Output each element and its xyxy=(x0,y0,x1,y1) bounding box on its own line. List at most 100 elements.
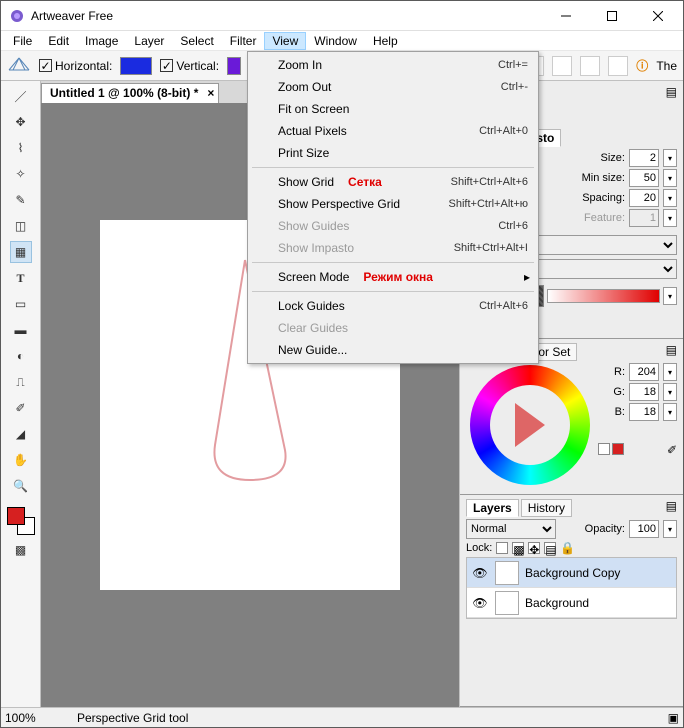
color-wheel[interactable] xyxy=(470,365,590,485)
toolbar-btn-4[interactable] xyxy=(608,56,628,76)
mi-zoom-in[interactable]: Zoom InCtrl+= xyxy=(250,54,536,76)
eyedropper-tool[interactable]: ✐ xyxy=(10,397,32,419)
spacing-input[interactable] xyxy=(629,189,659,207)
layer-row[interactable]: 👁 Background xyxy=(467,588,676,618)
layers-panel: Layers History ▤ Normal Opacity: ▾ Lock:… xyxy=(460,495,683,707)
minsize-spin[interactable]: ▾ xyxy=(663,169,677,187)
b-input[interactable] xyxy=(629,403,659,421)
mi-actual-pixels[interactable]: Actual PixelsCtrl+Alt+0 xyxy=(250,120,536,142)
mi-fit-screen[interactable]: Fit on Screen xyxy=(250,98,536,120)
submenu-arrow-icon: ▸ xyxy=(524,270,530,284)
statusbar-icon[interactable]: ▣ xyxy=(668,711,679,725)
wand-tool[interactable]: ✧ xyxy=(10,163,32,185)
lock-all[interactable]: ▤ xyxy=(544,542,556,554)
panel-menu-icon[interactable]: ▤ xyxy=(666,85,677,99)
spacing-spin[interactable]: ▾ xyxy=(663,189,677,207)
mi-zoom-out[interactable]: Zoom OutCtrl+- xyxy=(250,76,536,98)
layer-name[interactable]: Background Copy xyxy=(525,566,620,580)
menu-layer[interactable]: Layer xyxy=(126,32,172,50)
menu-help[interactable]: Help xyxy=(365,32,406,50)
minsize-input[interactable] xyxy=(629,169,659,187)
eraser-tool[interactable]: ◐ xyxy=(10,345,32,367)
toolbar-btn-2[interactable] xyxy=(552,56,572,76)
toolbar-btn-3[interactable] xyxy=(580,56,600,76)
zoom-tool[interactable]: 🔍 xyxy=(10,475,32,497)
menu-filter[interactable]: Filter xyxy=(222,32,265,50)
size-spin[interactable]: ▾ xyxy=(663,149,677,167)
menu-window[interactable]: Window xyxy=(306,32,365,50)
curr-color[interactable] xyxy=(612,443,624,455)
mi-show-perspective-grid[interactable]: Show Perspective GridShift+Ctrl+Alt+ю xyxy=(250,193,536,215)
mi-screen-mode[interactable]: Screen ModeРежим окна▸ xyxy=(250,266,536,288)
menu-file[interactable]: File xyxy=(5,32,40,50)
texture-tool[interactable]: ▩ xyxy=(10,539,32,561)
titlebar: Artweaver Free xyxy=(1,1,683,31)
r-input[interactable] xyxy=(629,363,659,381)
app-icon xyxy=(9,8,25,24)
prev-color[interactable] xyxy=(598,443,610,455)
layer-thumb xyxy=(495,561,519,585)
feature-input xyxy=(629,209,659,227)
horizontal-checkbox[interactable]: ✓ Horizontal: xyxy=(39,59,112,73)
panel-menu-icon[interactable]: ▤ xyxy=(666,499,677,517)
pencil-tool[interactable]: ✎ xyxy=(10,189,32,211)
tab-layers[interactable]: Layers xyxy=(466,499,519,517)
mi-print-size[interactable]: Print Size xyxy=(250,142,536,164)
lock-paint[interactable]: ▩ xyxy=(512,542,524,554)
toolbox: ／ ✥ ⌇ ✧ ✎ ◫ ▦ T ▭ ▬ ◐ ⎍ ✐ ◢ ✋ 🔍 ▩ xyxy=(1,81,41,707)
window-title: Artweaver Free xyxy=(31,9,543,23)
grad-picker[interactable]: ▾ xyxy=(663,287,677,305)
lock-icon[interactable]: 🔒 xyxy=(560,541,575,555)
hand-tool[interactable]: ✋ xyxy=(10,449,32,471)
menu-image[interactable]: Image xyxy=(77,32,126,50)
feature-spin: ▾ xyxy=(663,209,677,227)
document-tab[interactable]: Untitled 1 @ 100% (8-bit) * × xyxy=(41,83,219,103)
crop-tool[interactable]: ◫ xyxy=(10,215,32,237)
perspective-grid-tool[interactable]: ▦ xyxy=(10,241,32,263)
perspective-icon xyxy=(7,56,31,75)
type-tool[interactable]: T xyxy=(10,267,32,289)
horizontal-color[interactable] xyxy=(120,57,152,75)
color-well[interactable] xyxy=(7,507,35,535)
close-tab-icon[interactable]: × xyxy=(207,86,214,100)
statusbar: 100% Perspective Grid tool ▣ xyxy=(1,707,683,727)
lock-trans[interactable] xyxy=(496,542,508,554)
current-tool-name: Perspective Grid tool xyxy=(77,711,656,725)
move-tool[interactable]: ✥ xyxy=(10,111,32,133)
layer-name[interactable]: Background xyxy=(525,596,589,610)
vertical-checkbox[interactable]: ✓ Vertical: xyxy=(160,59,219,73)
stamp-tool[interactable]: ⎍ xyxy=(10,371,32,393)
g-input[interactable] xyxy=(629,383,659,401)
menu-view[interactable]: View xyxy=(264,32,306,50)
tab-history[interactable]: History xyxy=(521,499,572,517)
panel-menu-icon[interactable]: ▤ xyxy=(666,343,677,361)
view-menu-dropdown: Zoom InCtrl+= Zoom OutCtrl+- Fit on Scre… xyxy=(247,51,539,364)
close-button[interactable] xyxy=(635,2,681,30)
menu-edit[interactable]: Edit xyxy=(40,32,77,50)
lasso-tool[interactable]: ⌇ xyxy=(10,137,32,159)
size-input[interactable] xyxy=(629,149,659,167)
visibility-icon[interactable]: 👁 xyxy=(471,596,489,610)
gradient-tool[interactable]: ▬ xyxy=(10,319,32,341)
blendmode-select[interactable]: Normal xyxy=(466,519,556,539)
menu-select[interactable]: Select xyxy=(172,32,221,50)
opacity-input[interactable] xyxy=(629,520,659,538)
layer-row[interactable]: 👁 Background Copy xyxy=(467,558,676,588)
eyedropper-icon[interactable]: ✐ xyxy=(667,443,677,457)
grad-bar[interactable] xyxy=(547,289,660,303)
zoom-display[interactable]: 100% xyxy=(5,711,65,725)
bucket-tool[interactable]: ◢ xyxy=(10,423,32,445)
lock-pos[interactable]: ✥ xyxy=(528,542,540,554)
mi-show-impasto: Show ImpastoShift+Ctrl+Alt+I xyxy=(250,237,536,259)
mi-show-grid[interactable]: Show GridСеткаShift+Ctrl+Alt+6 xyxy=(250,171,536,193)
info-icon[interactable]: ⓘ xyxy=(636,57,648,74)
maximize-button[interactable] xyxy=(589,2,635,30)
brush-tool[interactable]: ／ xyxy=(10,85,32,107)
shape-tool[interactable]: ▭ xyxy=(10,293,32,315)
mi-lock-guides[interactable]: Lock GuidesCtrl+Alt+6 xyxy=(250,295,536,317)
vertical-color[interactable] xyxy=(227,57,241,75)
visibility-icon[interactable]: 👁 xyxy=(471,566,489,580)
mi-clear-guides: Clear Guides xyxy=(250,317,536,339)
minimize-button[interactable] xyxy=(543,2,589,30)
mi-new-guide[interactable]: New Guide... xyxy=(250,339,536,361)
